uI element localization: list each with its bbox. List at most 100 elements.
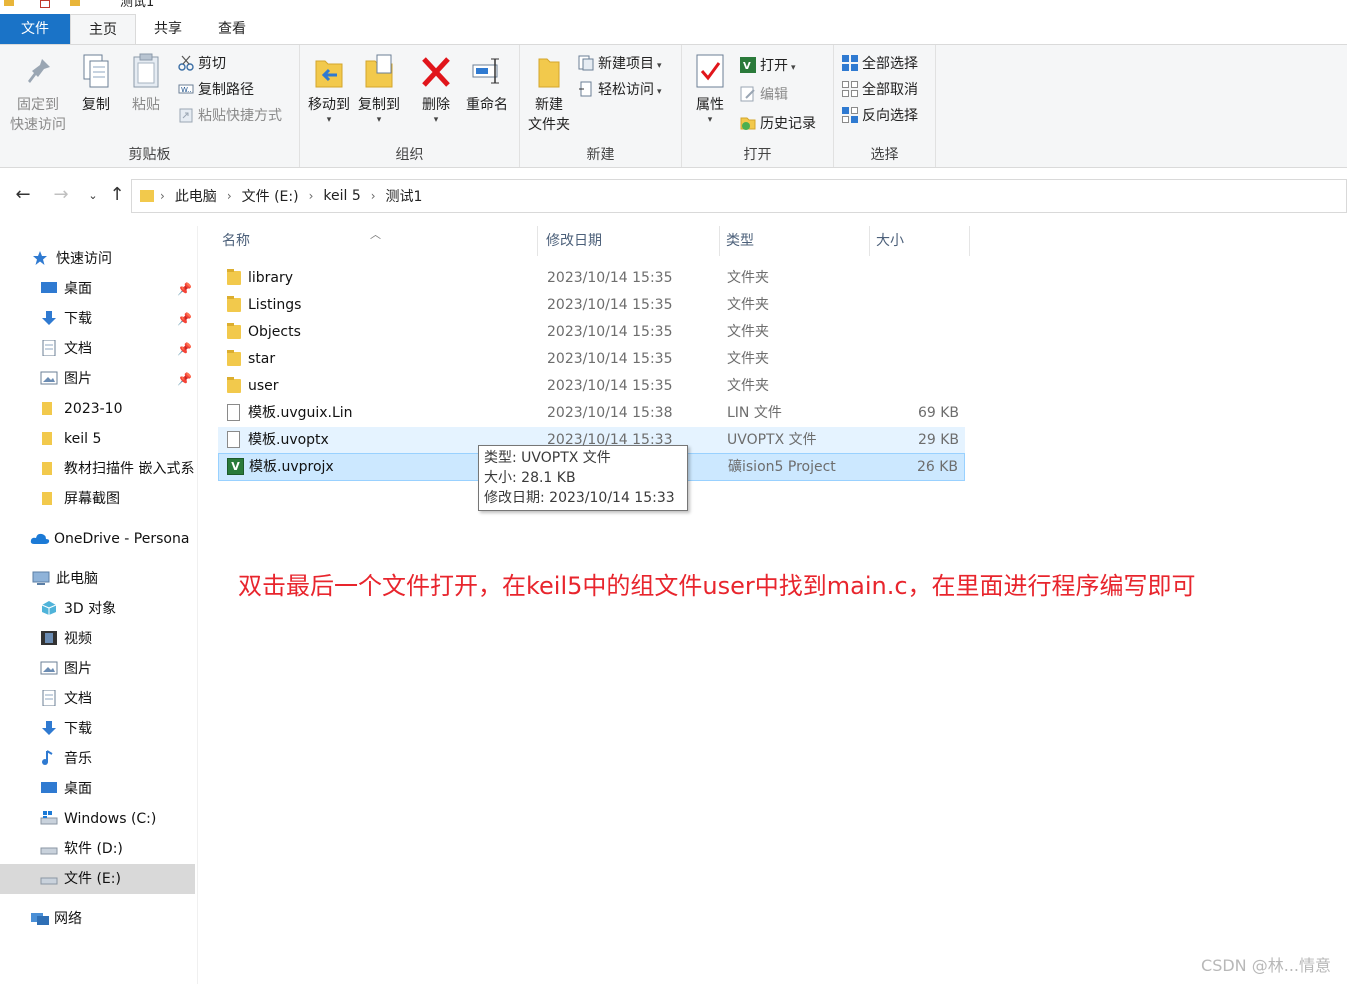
sort-ascending-icon: ︿ [370,228,381,241]
group-clipboard: 固定到 快速访问 复制 粘贴 剪切 W.. 复制路径 粘贴快捷方式 剪贴板 [0,45,300,167]
file-row[interactable]: Listings 2023/10/14 15:35 文件夹 [218,292,965,318]
pin-icon[interactable]: 📌 [177,364,192,394]
forward-arrow-icon[interactable]: → [50,184,72,205]
breadcrumb-chevron-icon[interactable]: › [221,189,238,203]
file-row[interactable]: library 2023/10/14 15:35 文件夹 [218,265,965,291]
breadcrumb-chevron-icon[interactable]: › [365,189,382,203]
select-none-button[interactable]: 全部取消 [842,79,918,101]
select-all-button[interactable]: 全部选择 [842,53,918,75]
nav-pc-documents[interactable]: 文档 [40,684,198,714]
file-info-tooltip: 类型: UVOPTX 文件 大小: 28.1 KB 修改日期: 2023/10/… [478,445,688,511]
quick-access-folder-icon[interactable] [4,0,14,6]
file-document-icon [226,431,242,449]
cut-button[interactable]: 剪切 [178,53,226,75]
tab-view[interactable]: 查看 [200,14,264,44]
file-row[interactable]: Objects 2023/10/14 15:35 文件夹 [218,319,965,345]
folder-icon [226,377,242,395]
nav-3d-objects[interactable]: 3D 对象 [40,594,198,624]
breadcrumb-this-pc[interactable]: 此电脑 [171,186,221,206]
nav-quick-access[interactable]: 快速访问 [32,244,198,274]
back-arrow-icon[interactable]: ← [12,184,34,205]
ribbon: 固定到 快速访问 复制 粘贴 剪切 W.. 复制路径 粘贴快捷方式 剪贴板 移动… [0,44,1347,168]
edit-button[interactable]: 编辑 [740,84,788,106]
nav-desktop[interactable]: 桌面 📌 [40,274,198,304]
folder-icon [40,427,58,445]
nav-videos[interactable]: 视频 [40,624,198,654]
breadcrumb-drive-e[interactable]: 文件 (E:) [238,186,303,206]
file-document-icon [226,404,242,422]
open-button[interactable]: V 打开 ▾ [740,55,796,77]
history-button[interactable]: 历史记录 [740,113,816,135]
properties-button[interactable]: 属性 ▾ [690,53,730,125]
computer-icon [32,567,50,585]
drive-icon [40,867,58,885]
pin-icon[interactable]: 📌 [177,304,192,334]
column-header-date[interactable]: 修改日期 [540,226,720,256]
easy-access-button[interactable]: 轻松访问 ▾ [578,79,662,101]
nav-music[interactable]: 音乐 [40,744,198,774]
new-folder-button[interactable]: 新建 文件夹 [526,53,572,135]
nav-drive-c[interactable]: Windows (C:) [40,804,198,834]
breadcrumb-chevron-icon[interactable]: › [154,189,171,203]
quick-access-properties-icon[interactable] [40,0,50,8]
rename-icon [471,53,503,91]
nav-documents[interactable]: 文档 📌 [40,334,198,364]
folder-icon [226,269,242,287]
windows-drive-icon [40,807,58,825]
delete-button[interactable]: 删除 ▾ [416,53,456,125]
nav-downloads[interactable]: 下载 📌 [40,304,198,334]
file-row[interactable]: star 2023/10/14 15:35 文件夹 [218,346,965,372]
recent-locations-chevron-icon[interactable]: ⌄ [82,189,104,202]
column-header-type[interactable]: 类型 [720,226,870,256]
nav-pc-downloads[interactable]: 下载 [40,714,198,744]
pin-icon[interactable]: 📌 [177,274,192,304]
breadcrumb-current[interactable]: 测试1 [382,186,427,206]
cloud-icon [30,527,50,544]
new-item-button[interactable]: 新建项目 ▾ [578,53,662,75]
document-icon [40,337,58,357]
copy-to-button[interactable]: 复制到 ▾ [356,53,402,125]
nav-pictures[interactable]: 图片 📌 [40,364,198,394]
nav-drive-d[interactable]: 软件 (D:) [40,834,198,864]
nav-pc-desktop[interactable]: 桌面 [40,774,198,804]
tab-file[interactable]: 文件 [0,14,70,44]
nav-this-pc[interactable]: 此电脑 [32,564,198,594]
address-bar[interactable]: › 此电脑 › 文件 (E:) › keil 5 › 测试1 [131,179,1347,213]
nav-network[interactable]: 网络 [30,904,198,934]
breadcrumb-keil5[interactable]: keil 5 [319,188,364,204]
up-arrow-icon[interactable]: ↑ [106,184,128,205]
nav-pc-pictures[interactable]: 图片 [40,654,198,684]
group-label-select: 选择 [870,147,899,163]
pin-icon[interactable]: 📌 [177,334,192,364]
invert-selection-button[interactable]: 反向选择 [842,105,918,127]
move-to-icon [313,53,345,91]
paste-shortcut-button[interactable]: 粘贴快捷方式 [178,105,282,127]
folder-icon [226,350,242,368]
nav-folder-keil5[interactable]: keil 5 [40,424,198,454]
nav-drive-e[interactable]: 文件 (E:) [0,864,195,894]
tooltip-size: 大小: 28.1 KB [484,470,576,486]
quick-access-newfolder-icon[interactable] [70,0,80,6]
nav-onedrive[interactable]: OneDrive - Persona [30,524,198,554]
move-to-button[interactable]: 移动到 ▾ [306,53,352,125]
file-row[interactable]: user 2023/10/14 15:35 文件夹 [218,373,965,399]
rename-button[interactable]: 重命名 [462,53,512,115]
file-row[interactable]: 模板.uvguix.Lin 2023/10/14 15:38 LIN 文件 69… [218,400,965,426]
nav-folder-2023-10[interactable]: 2023-10 [40,394,198,424]
copy-button[interactable]: 复制 [76,53,116,115]
column-header-name[interactable]: 名称 ︿ [216,226,538,256]
download-arrow-icon [40,307,58,325]
group-select: 全部选择 全部取消 反向选择 选择 [834,45,936,167]
tab-share[interactable]: 共享 [136,14,200,44]
properties-check-icon [694,53,726,91]
breadcrumb-chevron-icon[interactable]: › [303,189,320,203]
pin-quick-access-button[interactable]: 固定到 快速访问 [6,53,70,135]
svg-text:W..: W.. [181,86,192,94]
tab-home[interactable]: 主页 [70,14,136,45]
column-header-size[interactable]: 大小 [870,226,970,256]
tooltip-type: 类型: UVOPTX 文件 [484,450,611,466]
copy-path-button[interactable]: W.. 复制路径 [178,79,254,101]
nav-folder-textbook-scans[interactable]: 教材扫描件 嵌入式系 [40,454,198,484]
paste-button[interactable]: 粘贴 [126,53,166,115]
nav-folder-screenshots[interactable]: 屏幕截图 [40,484,198,514]
